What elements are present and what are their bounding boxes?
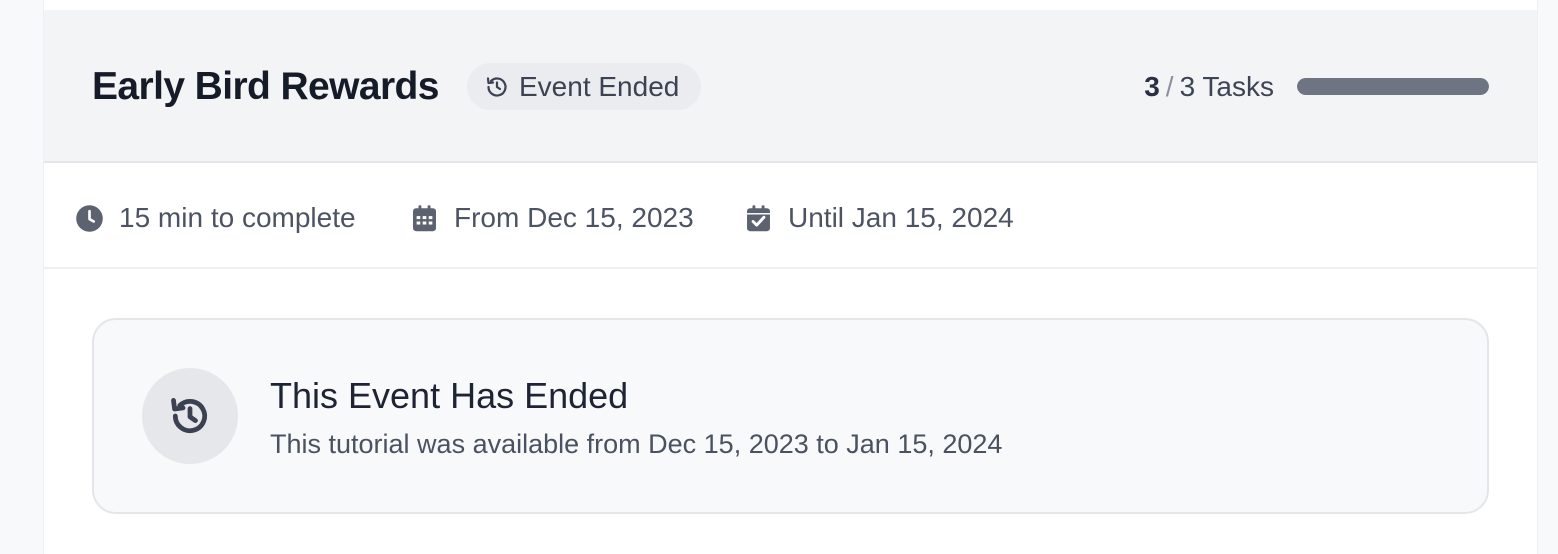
history-icon <box>485 75 509 99</box>
meta-duration: 15 min to complete <box>75 202 356 234</box>
status-badge-label: Event Ended <box>519 70 680 102</box>
event-meta-row: 15 min to complete From Dec 15, 2023 Unt… <box>44 165 1537 269</box>
task-progress-text: 3/3 Tasks <box>1144 71 1274 103</box>
start-date-text: From Dec 15, 2023 <box>454 202 694 233</box>
notice-icon-circle <box>142 368 238 464</box>
history-icon <box>168 394 212 438</box>
meta-end-date: Until Jan 15, 2024 <box>744 202 1014 234</box>
event-title: Early Bird Rewards <box>92 65 439 108</box>
calendar-check-icon <box>744 204 773 233</box>
notice-title: This Event Has Ended <box>270 375 629 416</box>
task-progress-fill <box>1297 78 1489 95</box>
tasks-separator: / <box>1165 71 1174 102</box>
tasks-completed: 3 <box>1144 71 1160 102</box>
meta-start-date: From Dec 15, 2023 <box>410 202 694 234</box>
status-badge: Event Ended <box>467 63 701 110</box>
task-progress-bar <box>1297 78 1489 95</box>
top-strip <box>44 0 1537 10</box>
tasks-total: 3 Tasks <box>1179 71 1274 102</box>
clock-icon <box>75 204 104 233</box>
notice-description: This tutorial was available from Dec 15,… <box>270 429 1003 459</box>
event-card: Early Bird Rewards Event Ended 3/3 Tasks <box>44 0 1537 554</box>
event-ended-notice: This Event Has Ended This tutorial was a… <box>92 318 1489 514</box>
end-date-text: Until Jan 15, 2024 <box>788 202 1014 233</box>
calendar-icon <box>410 204 439 233</box>
duration-text: 15 min to complete <box>119 202 356 233</box>
event-header: Early Bird Rewards Event Ended 3/3 Tasks <box>44 10 1537 163</box>
